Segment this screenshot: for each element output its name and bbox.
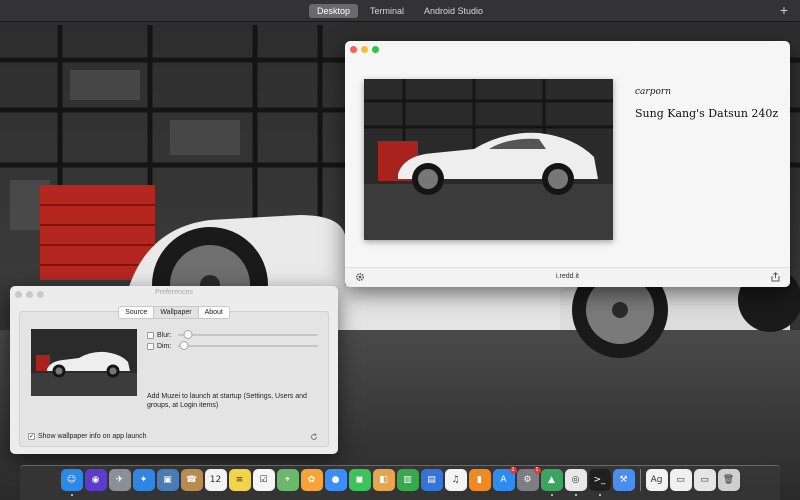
launchpad-icon[interactable]: ✈ [108, 469, 131, 491]
siri-icon[interactable]: ◉ [84, 469, 107, 491]
running-indicator [70, 494, 73, 496]
documents-stack-icon[interactable]: ▭ [693, 469, 716, 491]
refresh-icon[interactable] [310, 433, 318, 441]
share-icon[interactable] [771, 272, 780, 282]
calendar-icon[interactable]: 12 [204, 469, 227, 491]
safari-icon[interactable]: ✦ [132, 469, 155, 491]
mission-control-bar: Desktop Terminal Android Studio + [0, 0, 800, 22]
blur-slider[interactable] [178, 330, 318, 340]
music-icon[interactable]: ♫ [444, 469, 467, 491]
keynote-icon[interactable]: ▤ [420, 469, 443, 491]
space-android-studio[interactable]: Android Studio [416, 4, 491, 18]
blur-row: Blur: [147, 330, 318, 340]
dock-icons: ☺ ◉ ✈ ✦ ▣ ☎ 12 ≡ ☑ ⌖ ✿ ● ◼ ◧ ▥ ▤ ♫ ▮ A 2 ⚙ 1 ▲ ◎ >_ ⚒ Ag ▭ ▭ 🗑 [20, 467, 780, 496]
space-terminal[interactable]: Terminal [362, 4, 412, 18]
contacts-icon[interactable]: ☎ [180, 469, 203, 491]
tab-about[interactable]: About [198, 306, 230, 319]
preview-icon[interactable]: ◧ [372, 469, 395, 491]
dim-slider[interactable] [178, 341, 318, 351]
dock: ☺ ◉ ✈ ✦ ▣ ☎ 12 ≡ ☑ ⌖ ✿ ● ◼ ◧ ▥ ▤ ♫ ▮ A 2 ⚙ 1 ▲ ◎ >_ ⚒ Ag ▭ ▭ 🗑 [20, 465, 780, 500]
books-icon[interactable]: ▮ [468, 469, 491, 491]
running-indicator [574, 494, 577, 496]
finder-icon[interactable]: ☺ [60, 469, 83, 496]
dim-checkbox[interactable] [147, 342, 154, 350]
wallpaper-panel: Blur: Dim: Add Muzei to launch at startu… [19, 311, 329, 447]
preferences-window: Preferences Source Wallpaper About Blur: [10, 286, 338, 454]
info-footer: i.redd.it [345, 267, 790, 287]
messages-bubble-icon[interactable]: ● [324, 469, 347, 491]
startup-instructions: Add Muzei to launch at startup (Settings… [147, 393, 307, 409]
artwork-image [364, 79, 613, 240]
tab-wallpaper[interactable]: Wallpaper [154, 306, 199, 319]
downloads-stack-icon[interactable]: ▭ [669, 469, 692, 491]
chrome-icon[interactable]: ◎ [564, 469, 587, 496]
reminders-icon[interactable]: ☑ [252, 469, 275, 491]
trash-icon[interactable]: 🗑 [717, 469, 740, 491]
show-info-checkbox[interactable]: ✓ [28, 433, 35, 440]
space-desktop[interactable]: Desktop [308, 3, 358, 18]
xcode-icon[interactable]: ⚒ [612, 469, 635, 491]
photo-viewer-icon[interactable]: ▣ [156, 469, 179, 491]
blur-label: Blur: [157, 331, 172, 339]
android-studio-icon[interactable]: ▲ [540, 469, 563, 496]
photos-icon[interactable]: ✿ [300, 469, 323, 491]
window-title: Preferences [155, 289, 193, 296]
minimize-button[interactable] [361, 46, 368, 53]
running-indicator [598, 494, 601, 496]
dim-label: Dim: [157, 342, 172, 350]
running-indicator [550, 494, 553, 496]
system-preferences-icon[interactable]: ⚙ 1 [516, 467, 541, 491]
dock-separator [639, 469, 641, 491]
notification-badge: 2 [509, 467, 517, 474]
notification-badge: 1 [533, 467, 541, 474]
maps-icon[interactable]: ⌖ [276, 469, 299, 491]
tab-source[interactable]: Source [118, 306, 155, 319]
dim-row: Dim: [147, 341, 318, 351]
close-button[interactable] [350, 46, 357, 53]
numbers-icon[interactable]: ▥ [396, 469, 419, 491]
facetime-icon[interactable]: ◼ [348, 469, 371, 491]
notes-icon[interactable]: ≡ [228, 469, 251, 491]
show-info-label: Show wallpaper info on app launch [38, 433, 147, 440]
terminal-icon[interactable]: >_ [588, 469, 611, 496]
source-link[interactable]: i.redd.it [345, 273, 790, 280]
font-book-icon[interactable]: Ag [645, 469, 668, 491]
window-controls [350, 46, 379, 53]
add-space-button[interactable]: + [780, 3, 788, 17]
dim-slider-knob[interactable] [179, 341, 189, 350]
wallpaper-thumbnail [31, 329, 137, 396]
wallpaper-info-window: carporn Sung Kang's Datsun 240z i.redd.i… [345, 41, 790, 287]
artwork-byline[interactable]: carporn [635, 87, 671, 97]
zoom-button[interactable] [372, 46, 379, 53]
artwork-title: Sung Kang's Datsun 240z [635, 107, 779, 120]
blur-slider-knob[interactable] [183, 330, 193, 339]
show-info-row: ✓ Show wallpaper info on app launch [28, 433, 147, 440]
blur-checkbox[interactable] [147, 331, 154, 339]
preferences-tabs: Source Wallpaper About [10, 306, 338, 319]
app-store-icon[interactable]: A2 [492, 467, 517, 491]
